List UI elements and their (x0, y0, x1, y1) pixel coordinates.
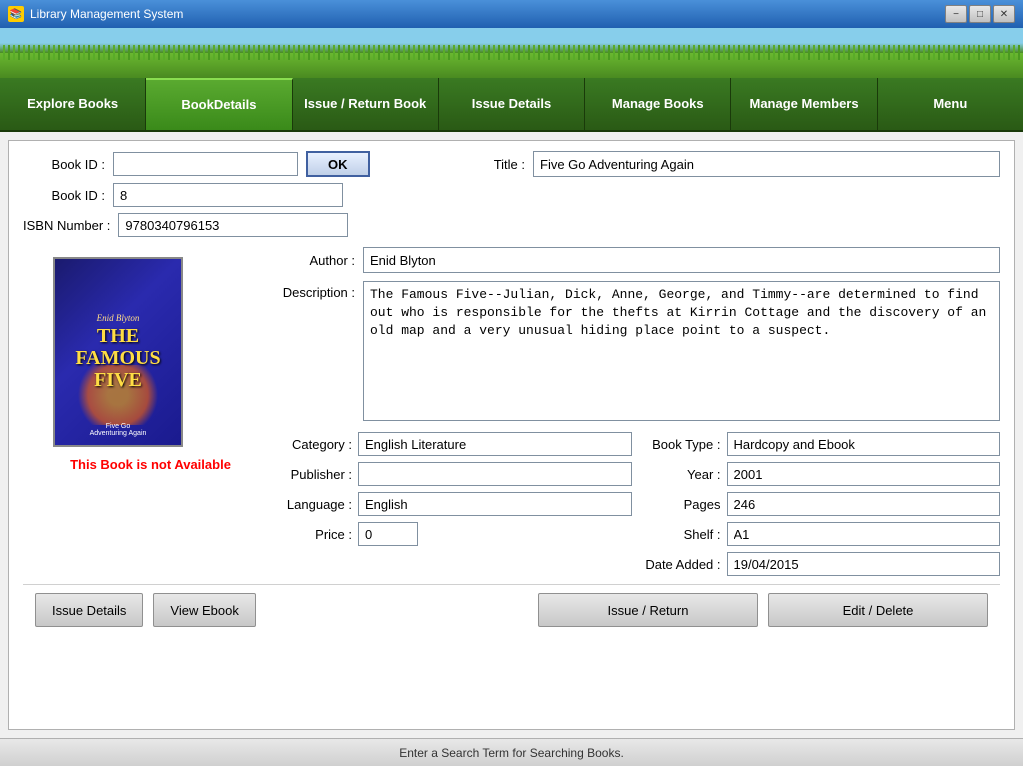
category-field: Category : (273, 432, 632, 456)
description-row: Description : The Famous Five--Julian, D… (273, 281, 1000, 424)
book-id-label1: Book ID : (23, 157, 113, 172)
year-input[interactable] (727, 462, 1001, 486)
title-label: Title : (443, 157, 533, 172)
shelf-input[interactable] (727, 522, 1001, 546)
app-title: Library Management System (30, 7, 183, 21)
main-area: Enid Blyton THEFAMOUSFIVE Five GoAdventu… (23, 247, 1000, 576)
maximize-button[interactable]: □ (969, 5, 991, 23)
language-field: Language : (273, 492, 632, 516)
left-section: Enid Blyton THEFAMOUSFIVE Five GoAdventu… (23, 247, 263, 576)
description-label: Description : (273, 281, 363, 300)
nav-explore-books[interactable]: Explore Books (0, 78, 146, 130)
author-input[interactable] (363, 247, 1000, 273)
availability-status: This Book is not Available (38, 457, 263, 472)
cover-title: THEFAMOUSFIVE (75, 325, 160, 391)
status-text: Enter a Search Term for Searching Books. (399, 746, 624, 760)
title-section: Title : (423, 151, 1000, 185)
price-field: Price : (273, 522, 632, 546)
nav-manage-members[interactable]: Manage Members (731, 78, 877, 130)
publisher-field: Publisher : (273, 462, 632, 486)
date-added-field: Date Added : (642, 552, 1001, 576)
nav-manage-books[interactable]: Manage Books (585, 78, 731, 130)
book-id-label2: Book ID : (23, 188, 113, 203)
grass-blades (0, 45, 1023, 60)
price-label: Price : (273, 527, 358, 542)
category-label: Category : (273, 437, 358, 452)
app-icon: 📚 (8, 6, 24, 22)
language-label: Language : (273, 497, 358, 512)
bottom-bar: Issue Details View Ebook Issue / Return … (23, 584, 1000, 635)
date-added-label: Date Added : (642, 557, 727, 572)
title-input[interactable] (533, 151, 1000, 177)
issue-details-button[interactable]: Issue Details (35, 593, 143, 627)
right-section: Author : Description : The Famous Five--… (263, 247, 1000, 576)
author-row: Author : (273, 247, 1000, 273)
isbn-input[interactable] (118, 213, 348, 237)
issue-return-button[interactable]: Issue / Return (538, 593, 758, 627)
publisher-label: Publisher : (273, 467, 358, 482)
book-id-value[interactable] (113, 183, 343, 207)
shelf-field: Shelf : (642, 522, 1001, 546)
language-input[interactable] (358, 492, 632, 516)
nav-issue-return[interactable]: Issue / Return Book (293, 78, 439, 130)
isbn-row: ISBN Number : (23, 213, 423, 237)
category-input[interactable] (358, 432, 632, 456)
window-controls: − □ ✕ (945, 5, 1015, 23)
pages-field: Pages (642, 492, 1001, 516)
year-label: Year : (642, 467, 727, 482)
title-row: Title : (443, 151, 1000, 177)
minimize-button[interactable]: − (945, 5, 967, 23)
details-grid: Category : Book Type : Publisher : (273, 432, 1000, 576)
ok-button[interactable]: OK (306, 151, 370, 177)
shelf-label: Shelf : (642, 527, 727, 542)
status-bar: Enter a Search Term for Searching Books. (0, 738, 1023, 766)
book-cover: Enid Blyton THEFAMOUSFIVE Five GoAdventu… (53, 257, 183, 447)
isbn-label: ISBN Number : (23, 218, 118, 233)
book-id-input[interactable] (113, 152, 298, 176)
title-bar: 📚 Library Management System − □ ✕ (0, 0, 1023, 28)
price-input[interactable] (358, 522, 418, 546)
book-id-row2: Book ID : (23, 183, 423, 207)
cover-subtitle: Five GoAdventuring Again (90, 423, 147, 437)
content-wrapper: Book ID : OK Book ID : ISBN Number : Tit… (8, 140, 1015, 730)
date-added-input[interactable] (727, 552, 1001, 576)
view-ebook-button[interactable]: View Ebook (153, 593, 255, 627)
pages-input[interactable] (727, 492, 1001, 516)
close-button[interactable]: ✕ (993, 5, 1015, 23)
book-type-label: Book Type : (642, 437, 727, 452)
book-id-row1: Book ID : OK (23, 151, 423, 177)
nav-issue-details[interactable]: Issue Details (439, 78, 585, 130)
pages-label: Pages (642, 497, 727, 512)
cover-author-text: Enid Blyton (97, 313, 140, 323)
nav-bar: Explore Books BookDetails Issue / Return… (0, 78, 1023, 132)
nav-menu[interactable]: Menu (878, 78, 1023, 130)
nature-header (0, 28, 1023, 78)
year-field: Year : (642, 462, 1001, 486)
book-type-input[interactable] (727, 432, 1001, 456)
edit-delete-button[interactable]: Edit / Delete (768, 593, 988, 627)
book-type-field: Book Type : (642, 432, 1001, 456)
publisher-input[interactable] (358, 462, 632, 486)
empty-field (273, 552, 632, 576)
nav-book-details[interactable]: BookDetails (146, 78, 292, 130)
author-label: Author : (273, 253, 363, 268)
description-wrapper: The Famous Five--Julian, Dick, Anne, Geo… (363, 281, 1000, 424)
description-textarea[interactable]: The Famous Five--Julian, Dick, Anne, Geo… (363, 281, 1000, 421)
